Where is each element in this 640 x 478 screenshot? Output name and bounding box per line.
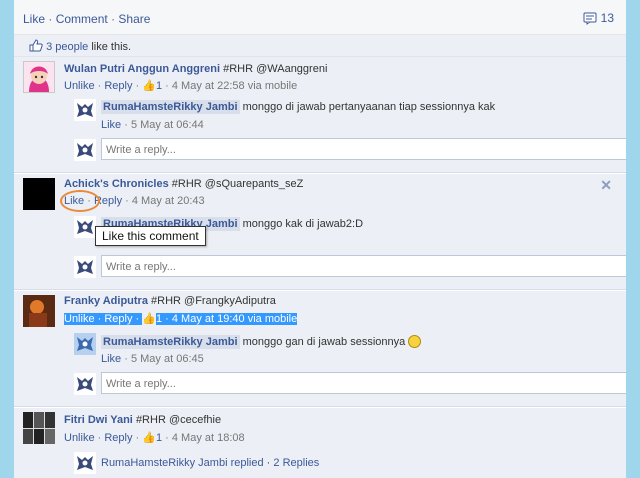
comment-item: Wulan Putri Anggun Anggreni #RHR @WAangg…: [14, 57, 626, 173]
avatar[interactable]: [23, 412, 55, 444]
replied-summary[interactable]: RumaHamsteRikky Jambi replied: [101, 457, 264, 469]
reply-like-link[interactable]: Like: [101, 353, 121, 365]
reply-link[interactable]: Reply: [104, 80, 132, 92]
thumbs-up-icon[interactable]: 👍: [142, 431, 156, 444]
avatar[interactable]: [23, 178, 55, 210]
reply-link[interactable]: Reply: [104, 432, 132, 444]
comment-author[interactable]: Fitri Dwi Yani: [64, 414, 133, 426]
smiley-icon: [408, 335, 422, 348]
unlike-link[interactable]: Unlike: [64, 80, 95, 92]
highlight-circle: [60, 190, 100, 212]
thumbs-up-icon[interactable]: 👍: [142, 79, 156, 92]
reply-input[interactable]: Write a reply...: [101, 372, 626, 394]
reply-input[interactable]: Write a reply...: [101, 138, 626, 160]
comment-post-link[interactable]: Comment: [56, 12, 108, 26]
avatar[interactable]: [74, 99, 96, 121]
avatar[interactable]: [23, 295, 55, 327]
reply-author[interactable]: RumaHamsteRikky Jambi: [101, 335, 240, 349]
comment-author[interactable]: Achick's Chronicles: [64, 178, 169, 190]
avatar[interactable]: [23, 61, 55, 93]
avatar: [74, 256, 96, 278]
reply-input[interactable]: Write a reply...: [101, 255, 626, 277]
comment-item: Franky Adiputra #RHR @FrangkyAdiputra Un…: [14, 291, 626, 407]
comment-author[interactable]: Wulan Putri Anggun Anggreni: [64, 63, 220, 75]
thumbs-up-icon: [29, 39, 43, 52]
unlike-link[interactable]: Unlike: [64, 313, 95, 325]
avatar: [74, 139, 96, 161]
comment-author[interactable]: Franky Adiputra: [64, 295, 148, 307]
like-tooltip: Like this comment: [95, 226, 206, 246]
avatar[interactable]: [74, 452, 96, 474]
comments-count[interactable]: 13: [583, 11, 614, 25]
thumbs-up-icon[interactable]: 👍: [142, 312, 156, 325]
post-actions-bar: Like · Comment · Share 13: [14, 0, 626, 35]
close-icon[interactable]: ✕: [600, 177, 612, 194]
avatar[interactable]: [74, 216, 96, 238]
comment-bubble-icon: [583, 12, 597, 25]
avatar[interactable]: [74, 333, 96, 355]
comments-panel: Like · Comment · Share 13 3 people like …: [14, 0, 626, 478]
reply-author[interactable]: RumaHamsteRikky Jambi: [101, 100, 240, 114]
people-like-link[interactable]: 3 people: [46, 41, 88, 53]
likes-summary: 3 people like this.: [14, 35, 626, 57]
comment-item: Fitri Dwi Yani #RHR @cecefhie Unlike · R…: [14, 408, 626, 478]
unlike-link[interactable]: Unlike: [64, 432, 95, 444]
view-replies-link[interactable]: 2 Replies: [273, 457, 319, 469]
share-post-link[interactable]: Share: [118, 12, 150, 26]
avatar: [74, 373, 96, 395]
like-post-link[interactable]: Like: [23, 12, 45, 26]
reply-like-link[interactable]: Like: [101, 119, 121, 131]
reply-link[interactable]: Reply: [104, 313, 132, 325]
